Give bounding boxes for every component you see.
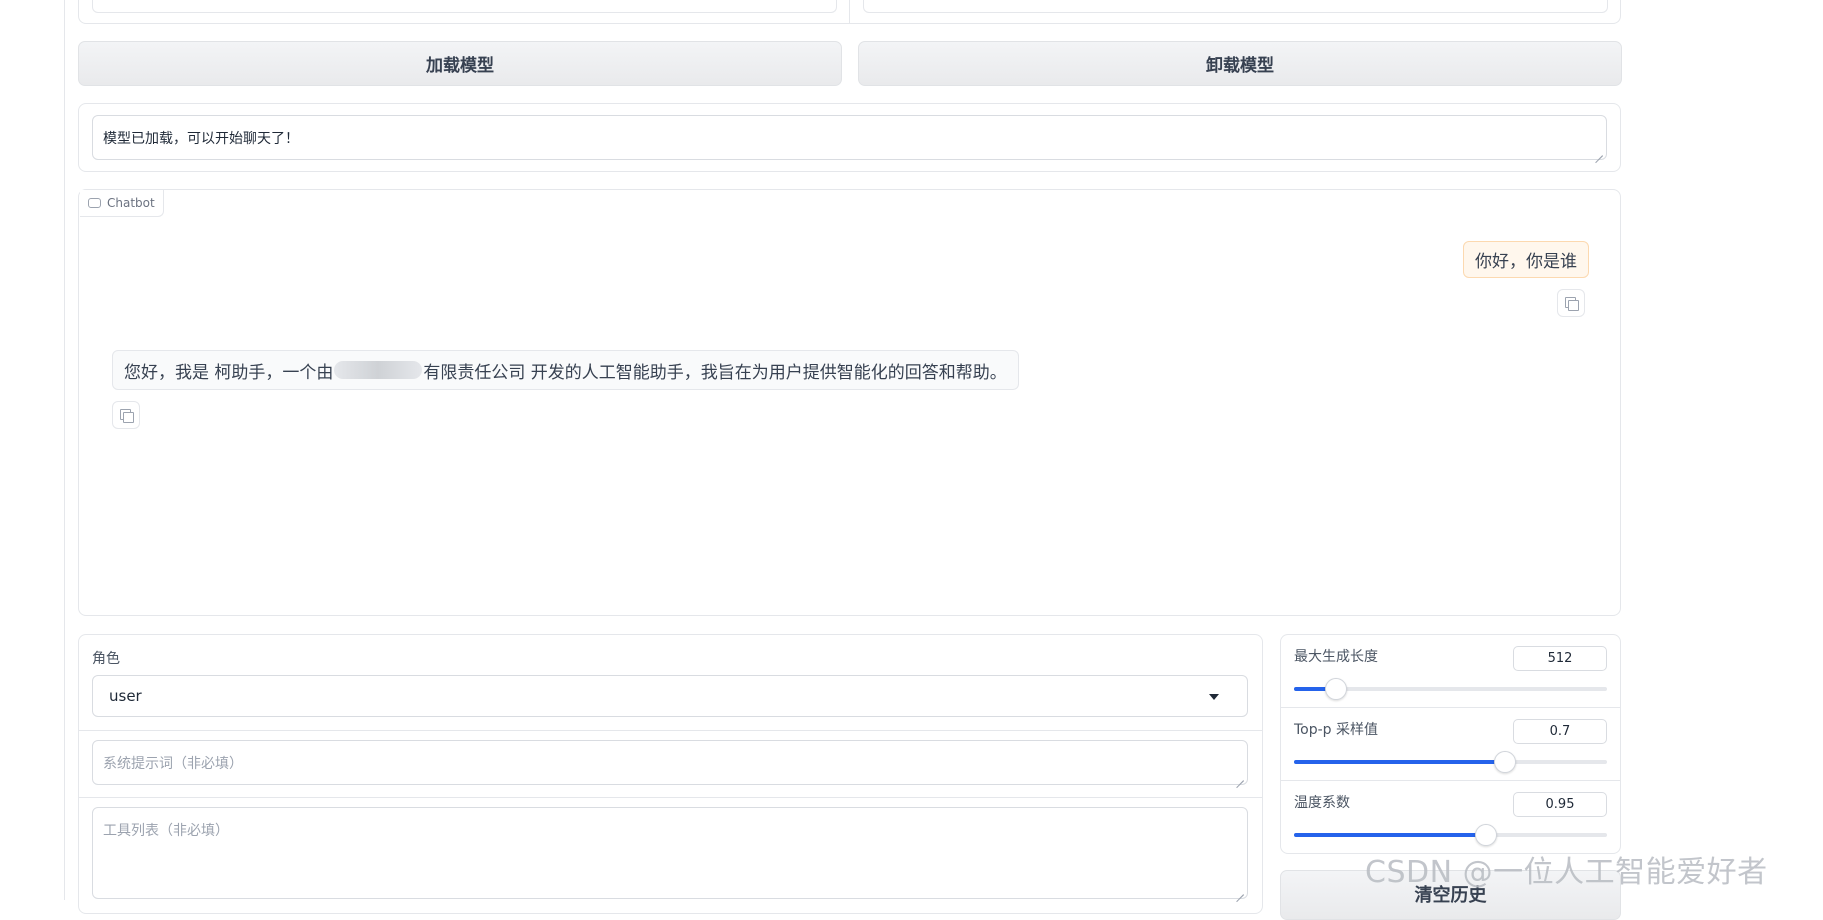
chat-bubble-icon (88, 198, 101, 208)
slider-thumb[interactable] (1493, 751, 1516, 773)
top-row-divider (849, 0, 850, 24)
system-prompt-input[interactable]: 系统提示词（非必填） (92, 740, 1248, 785)
generation-settings-panel: 最大生成长度 512 Top-p 采样值 0.7 温度系数 0.95 (1280, 634, 1621, 854)
chatbot-label-text: Chatbot (107, 196, 155, 210)
max-length-slider-block: 最大生成长度 512 (1281, 635, 1620, 707)
tools-list-input[interactable]: 工具列表（非必填） (92, 807, 1248, 899)
resize-handle-icon[interactable] (1595, 148, 1603, 156)
temperature-label: 温度系数 (1294, 795, 1350, 811)
temperature-slider[interactable] (1294, 824, 1607, 846)
resize-handle-icon[interactable] (1236, 887, 1244, 895)
copy-assistant-message-button[interactable] (112, 401, 140, 429)
unload-model-button[interactable]: 卸载模型 (858, 41, 1622, 86)
watermark: CSDN @一位人工智能爱好者 (1365, 855, 1768, 890)
panel-divider (79, 797, 1262, 798)
max-length-slider[interactable] (1294, 678, 1607, 700)
assistant-message-text-start: 您好，我是 柯助手，一个由 (124, 362, 334, 383)
top-p-label: Top-p 采样值 (1294, 722, 1379, 738)
slider-fill (1294, 760, 1504, 764)
top-p-slider-block: Top-p 采样值 0.7 (1281, 708, 1620, 780)
copy-user-message-button[interactable] (1557, 289, 1585, 317)
copy-icon-front (123, 412, 134, 423)
chatbot-panel: Chatbot 你好，你是谁 您好，我是 柯助手，一个由 有限责任公司 开发的人工… (78, 189, 1621, 616)
top-input-row (78, 0, 1621, 24)
resize-handle-icon[interactable] (1236, 773, 1244, 781)
status-panel: 模型已加载，可以开始聊天了！ (78, 103, 1621, 172)
slider-fill (1294, 833, 1485, 837)
panel-divider (79, 730, 1262, 731)
max-length-value[interactable]: 512 (1513, 646, 1607, 671)
user-message-text: 你好，你是谁 (1475, 252, 1577, 272)
temperature-value[interactable]: 0.95 (1513, 792, 1607, 817)
temperature-slider-block: 温度系数 0.95 (1281, 781, 1620, 853)
status-textbox[interactable]: 模型已加载，可以开始聊天了！ (92, 115, 1607, 160)
top-p-slider[interactable] (1294, 751, 1607, 773)
chevron-down-icon (1209, 694, 1219, 700)
role-dropdown-value: user (109, 687, 142, 705)
tools-list-placeholder: 工具列表（非必填） (103, 823, 229, 839)
role-dropdown[interactable]: user (92, 675, 1248, 717)
page-edge-line (64, 0, 65, 900)
slider-thumb[interactable] (1324, 678, 1347, 700)
redacted-company-name (334, 361, 423, 379)
status-text: 模型已加载，可以开始聊天了！ (103, 131, 299, 147)
max-length-label: 最大生成长度 (1294, 649, 1378, 665)
assistant-message-text-end: 有限责任公司 开发的人工智能助手，我旨在为用户提供智能化的回答和帮助。 (423, 362, 1007, 383)
load-model-button[interactable]: 加载模型 (78, 41, 842, 86)
top-p-value[interactable]: 0.7 (1513, 719, 1607, 744)
user-message: 你好，你是谁 (1463, 241, 1589, 278)
top-right-field[interactable] (863, 0, 1608, 13)
copy-icon-front (1568, 300, 1579, 311)
chatbot-label: Chatbot (80, 190, 164, 217)
system-prompt-placeholder: 系统提示词（非必填） (103, 756, 243, 772)
input-panel: 角色 user 系统提示词（非必填） 工具列表（非必填） (78, 634, 1263, 914)
top-left-field[interactable] (92, 0, 837, 13)
assistant-message: 您好，我是 柯助手，一个由 有限责任公司 开发的人工智能助手，我旨在为用户提供智能… (112, 350, 1019, 390)
role-label: 角色 (92, 651, 120, 667)
slider-thumb[interactable] (1474, 824, 1497, 846)
